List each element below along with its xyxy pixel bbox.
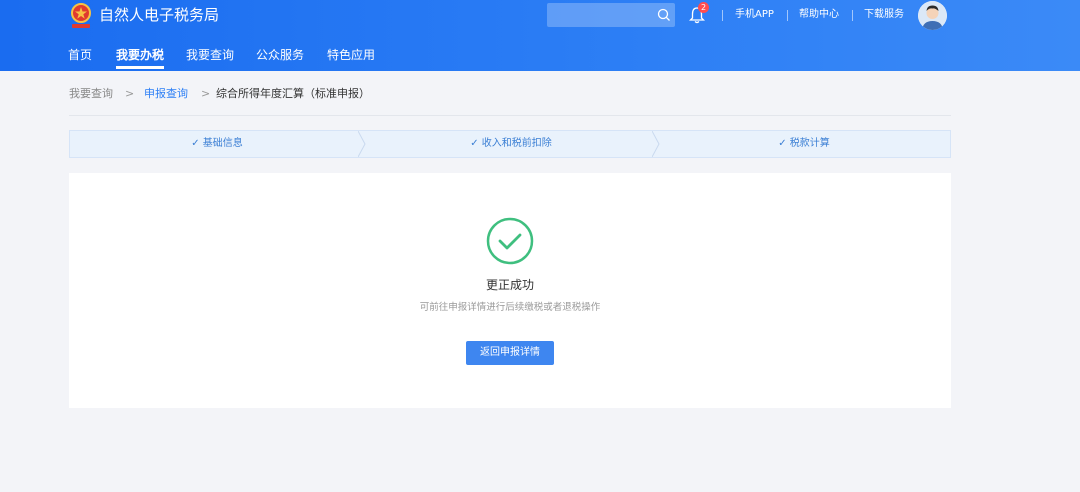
result-title: 更正成功 <box>485 278 534 292</box>
notification-badge: 2 <box>698 2 709 13</box>
breadcrumb-item-query[interactable]: 我要查询 <box>69 86 113 102</box>
breadcrumb-item-current: 综合所得年度汇算（标准申报） <box>216 87 370 100</box>
step-income-deduction: ✓ 收入和税前扣除 <box>470 138 552 149</box>
download-service-link[interactable]: 下载服务 <box>864 7 904 23</box>
user-avatar[interactable] <box>918 1 947 30</box>
nav-tax-handling[interactable]: 我要办税 <box>116 46 164 64</box>
header-divider <box>852 10 853 21</box>
check-circle-icon <box>486 217 534 265</box>
nav-home[interactable]: 首页 <box>68 46 92 64</box>
nav-public-service[interactable]: 公众服务 <box>256 46 304 64</box>
nav-active-indicator <box>116 66 164 69</box>
mobile-app-link[interactable]: 手机APP <box>735 7 774 23</box>
tax-emblem-icon[interactable] <box>68 2 94 30</box>
site-title[interactable]: 自然人电子税务局 <box>99 4 219 26</box>
search-input[interactable] <box>547 3 675 27</box>
breadcrumb-item-declaration-query[interactable]: 申报查询 <box>144 86 188 102</box>
result-description: 可前往申报详情进行后续缴税或者退税操作 <box>419 302 601 313</box>
step-basic-info: ✓ 基础信息 <box>191 138 243 149</box>
breadcrumb-separator: > <box>201 87 211 100</box>
nav-query[interactable]: 我要查询 <box>186 46 234 64</box>
nav-featured-apps[interactable]: 特色应用 <box>327 46 375 64</box>
header-divider <box>787 10 788 21</box>
header-divider <box>722 10 723 21</box>
return-to-details-button[interactable]: 返回申报详情 <box>466 341 554 365</box>
progress-steps: ✓ 基础信息 ✓ 收入和税前扣除 ✓ 税款计算 <box>69 130 951 158</box>
help-center-link[interactable]: 帮助中心 <box>799 7 839 23</box>
user-avatar-icon <box>918 1 947 30</box>
search-icon[interactable] <box>657 8 671 22</box>
breadcrumb-separator: > <box>125 87 135 100</box>
breadcrumb-divider <box>69 115 951 116</box>
top-header: 自然人电子税务局 2 手机APP 帮助中心 下载服务 首页 我要办税 我要查询 … <box>0 0 1080 71</box>
step-tax-calculation: ✓ 税款计算 <box>778 138 830 149</box>
